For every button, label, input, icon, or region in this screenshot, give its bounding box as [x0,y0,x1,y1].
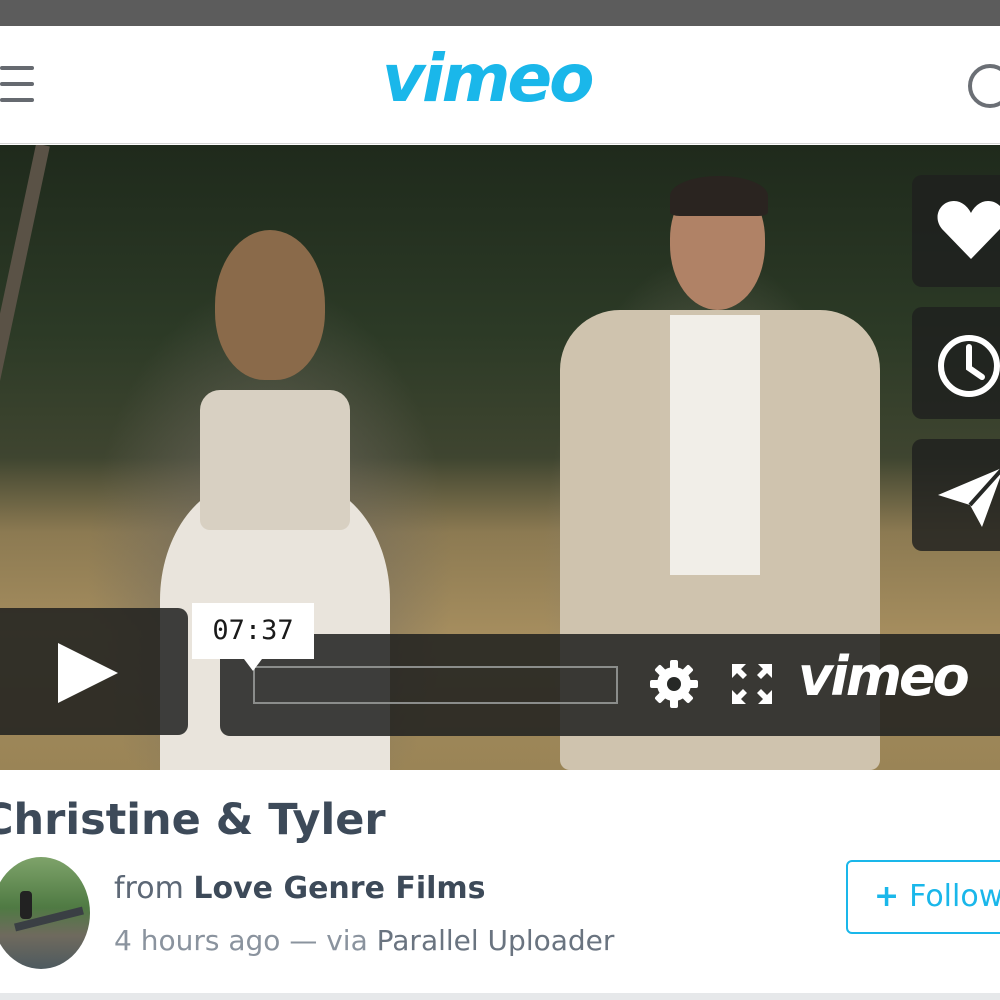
video-frame-tree [0,145,50,470]
upload-info: 4 hours ago — via Parallel Uploader [114,924,614,957]
upload-age: 4 hours ago [114,924,281,957]
video-player[interactable]: vimeo 07:37 [0,145,1000,770]
heart-icon [937,201,1000,259]
fullscreen-icon[interactable] [732,664,772,704]
clock-icon [938,335,1000,397]
play-button[interactable] [0,608,188,735]
plus-icon: + [874,879,900,914]
video-meta: Christine & Tyler from Love Genre Films … [0,771,1000,1000]
via-separator: — via [289,924,368,957]
hamburger-menu-icon[interactable] [0,66,36,106]
video-title: Christine & Tyler [0,795,386,845]
like-button[interactable] [912,175,1000,287]
divider [0,993,1000,1000]
follow-button[interactable]: + Follow [846,860,1000,934]
paper-plane-icon [938,468,1000,527]
share-button[interactable] [912,439,1000,551]
follow-label: Follow [909,879,1000,914]
control-bar: vimeo [220,634,1000,736]
channel-avatar[interactable] [0,857,90,969]
play-icon [58,643,118,703]
progress-bar[interactable] [253,666,618,704]
gear-icon[interactable] [648,658,700,710]
search-icon[interactable] [968,64,1000,108]
vimeo-logo[interactable]: vimeo [382,46,595,112]
from-label: from [114,871,184,906]
player-vimeo-logo[interactable]: vimeo [798,650,970,704]
app-header: vimeo [0,26,1000,144]
channel-line: from Love Genre Films [114,871,486,906]
status-strip [0,0,1000,26]
channel-link[interactable]: Love Genre Films [193,871,485,906]
via-app-link[interactable]: Parallel Uploader [377,924,615,957]
duration-badge: 07:37 [192,603,314,671]
watch-later-button[interactable] [912,307,1000,419]
